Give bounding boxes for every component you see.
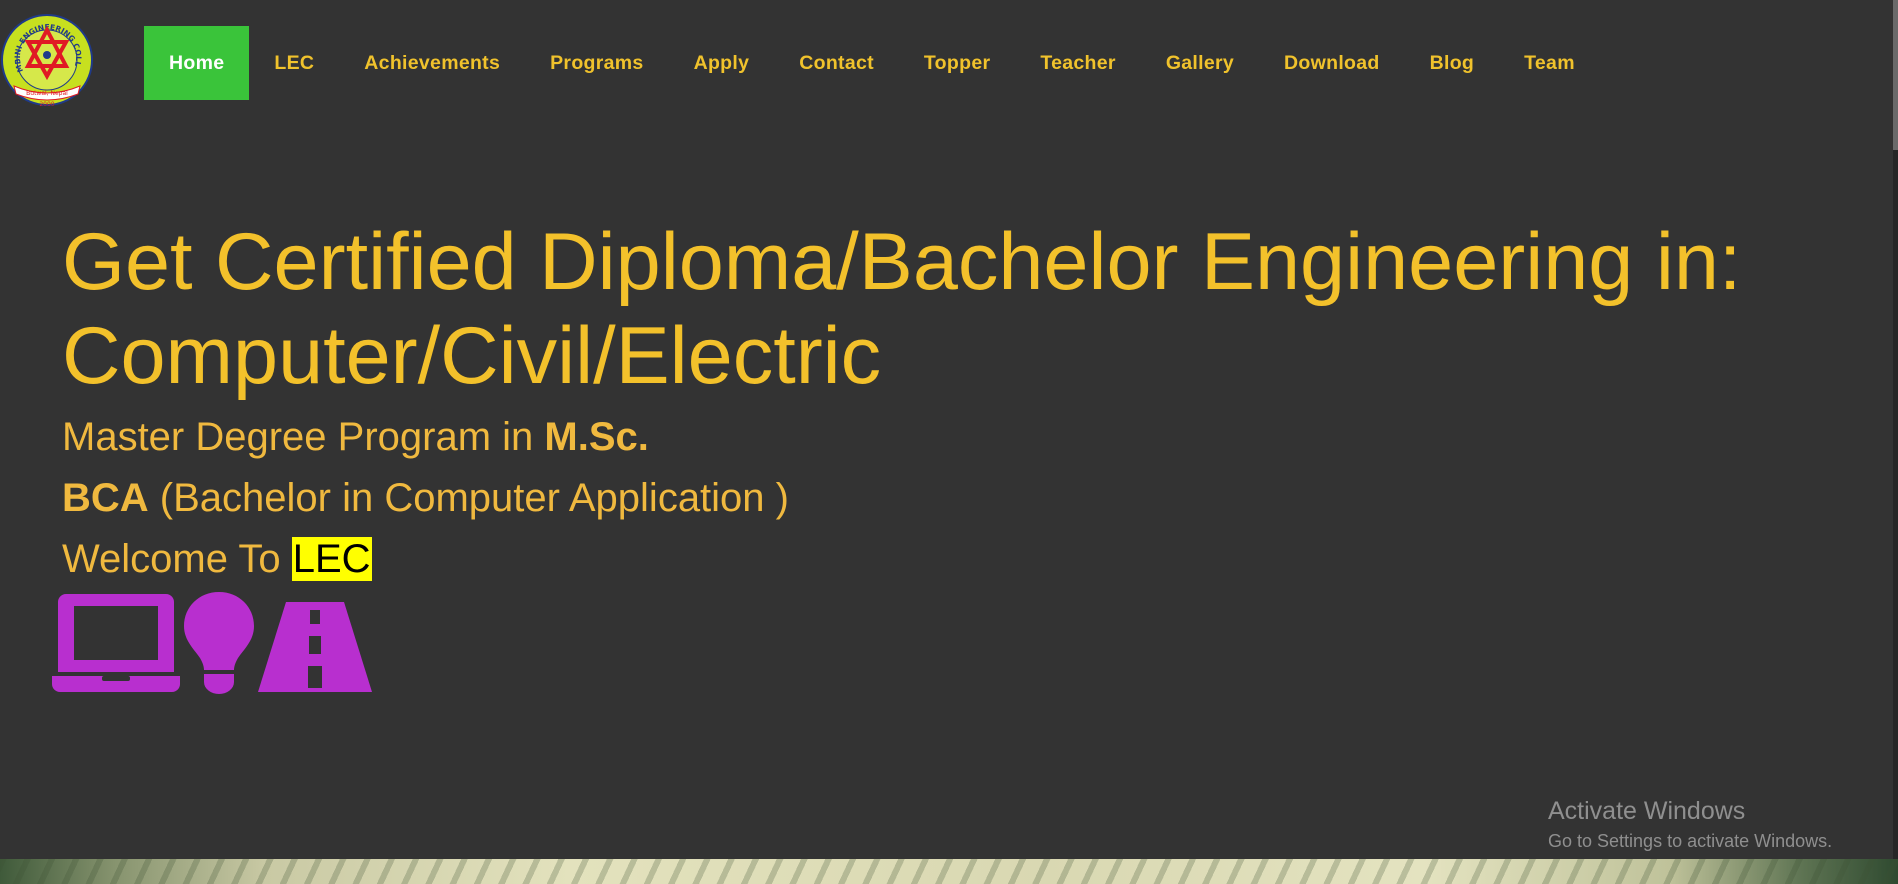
- nav-gallery[interactable]: Gallery: [1141, 26, 1259, 100]
- nav-lec[interactable]: LEC: [249, 26, 339, 100]
- nav-blog[interactable]: Blog: [1405, 26, 1500, 100]
- nav-download[interactable]: Download: [1259, 26, 1405, 100]
- nav-home[interactable]: Home: [144, 26, 250, 100]
- background-photo-strip: [0, 859, 1898, 884]
- navbar: LUMBINI ENGINEERING COLLEGE Butwal, Nepa…: [0, 0, 1898, 120]
- masters-program-line: Master Degree Program in M.Sc.: [62, 415, 649, 459]
- logo-year-text: 2000: [39, 101, 54, 108]
- main-nav: Home LEC Achievements Programs Apply Con…: [144, 26, 1600, 100]
- logo-ribbon-text: Butwal, Nepal: [26, 90, 68, 97]
- nav-teacher[interactable]: Teacher: [1015, 26, 1140, 100]
- nav-programs[interactable]: Programs: [525, 26, 668, 100]
- bca-abbr: BCA: [62, 476, 149, 520]
- road-icon: [258, 602, 372, 692]
- nav-achievements[interactable]: Achievements: [339, 26, 525, 100]
- watermark-subtitle: Go to Settings to activate Windows.: [1548, 831, 1833, 851]
- scrollbar-thumb[interactable]: [1893, 0, 1898, 150]
- laptop-icon: [52, 594, 180, 692]
- bca-full: (Bachelor in Computer Application ): [148, 476, 789, 520]
- activate-windows-watermark: Activate Windows Go to Settings to activ…: [1548, 795, 1832, 853]
- hero-section: Get Certified Diploma/Bachelor Engineeri…: [62, 215, 1842, 590]
- welcome-line: Welcome To LEC: [62, 537, 372, 581]
- nav-apply[interactable]: Apply: [669, 26, 775, 100]
- headline-line-2: Computer/Civil/Electric: [62, 311, 882, 401]
- masters-degree: M.Sc.: [544, 415, 649, 459]
- bca-program-line: BCA (Bachelor in Computer Application ): [62, 468, 1842, 529]
- hero-headline: Get Certified Diploma/Bachelor Engineeri…: [62, 215, 1842, 403]
- welcome-highlight: LEC: [291, 537, 372, 581]
- nav-contact[interactable]: Contact: [774, 26, 899, 100]
- watermark-title: Activate Windows: [1548, 797, 1746, 825]
- nav-team[interactable]: Team: [1499, 26, 1600, 100]
- lightbulb-icon: [184, 592, 254, 694]
- nav-topper[interactable]: Topper: [899, 26, 1015, 100]
- college-logo[interactable]: LUMBINI ENGINEERING COLLEGE Butwal, Nepa…: [0, 1, 94, 112]
- page-scrollbar[interactable]: [1893, 0, 1898, 860]
- headline-line-1: Get Certified Diploma/Bachelor Engineeri…: [62, 217, 1742, 307]
